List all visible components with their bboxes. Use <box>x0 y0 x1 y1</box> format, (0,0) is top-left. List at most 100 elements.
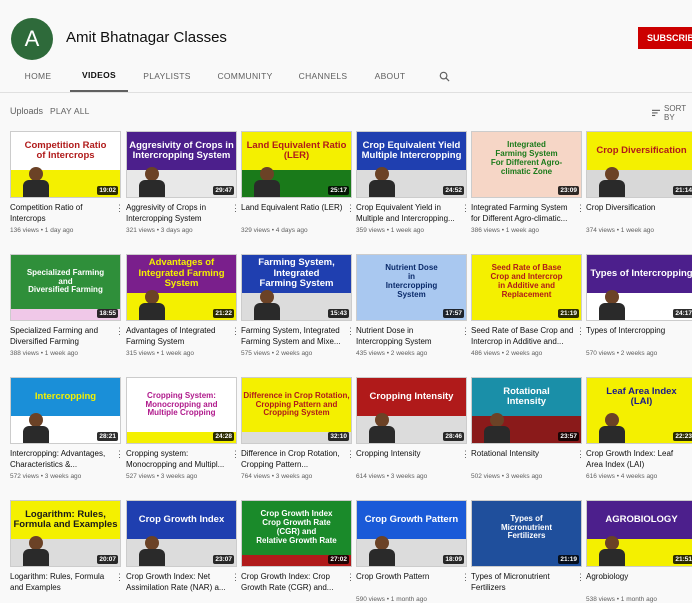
video-title[interactable]: Difference in Crop Rotation, Cropping Pa… <box>241 448 352 470</box>
tab-playlists[interactable]: PLAYLISTS <box>138 60 196 92</box>
more-options-icon[interactable]: ⋮ <box>576 203 585 214</box>
more-options-icon[interactable]: ⋮ <box>115 572 124 583</box>
video-title[interactable]: Farming System, Integrated Farming Syste… <box>241 325 352 347</box>
tab-videos[interactable]: VIDEOS <box>70 60 128 92</box>
video-title[interactable]: Types of Intercropping <box>586 325 692 347</box>
video-thumbnail[interactable]: Competition Ratio of Intercrops 19:02 <box>10 131 121 198</box>
video-title[interactable]: Crop Growth Index: Leaf Area Index (LAI) <box>586 448 692 470</box>
video-title[interactable]: Agrobiology <box>586 571 692 593</box>
more-options-icon[interactable]: ⋮ <box>461 203 470 214</box>
video-title[interactable]: Cropping Intensity <box>356 448 467 470</box>
video-card[interactable]: Integrated Farming System For Different Ag… <box>471 131 585 234</box>
video-thumbnail[interactable]: Land Equivalent Ratio (LER) 25:17 <box>241 131 352 198</box>
video-card[interactable]: Aggresivity of Crops in Intercropping Sys… <box>126 131 240 234</box>
search-icon[interactable] <box>432 60 456 92</box>
video-card[interactable]: Crop Growth Pattern 18:09 Crop Growth Patt… <box>356 500 470 603</box>
more-options-icon[interactable]: ⋮ <box>576 326 585 337</box>
more-options-icon[interactable]: ⋮ <box>231 449 240 460</box>
tab-home[interactable]: HOME <box>14 60 62 92</box>
video-thumbnail[interactable]: Cropping Intensity 28:46 <box>356 377 467 444</box>
video-thumbnail[interactable]: Types of Micronutrient Fertilizers 21:19 <box>471 500 582 567</box>
video-thumbnail[interactable]: Specialized Farming and Diversified Farmin… <box>10 254 121 321</box>
video-thumbnail[interactable]: Crop Growth Index Crop Growth Rate (CGR) a… <box>241 500 352 567</box>
video-title[interactable]: Integrated Farming System for Different … <box>471 202 582 224</box>
video-card[interactable]: Crop Equivalent Yield Multiple Intercropp… <box>356 131 470 234</box>
video-title[interactable]: Advantages of Integrated Farming System <box>126 325 237 347</box>
more-options-icon[interactable]: ⋮ <box>115 326 124 337</box>
channel-avatar[interactable]: A <box>11 18 53 60</box>
video-thumbnail[interactable]: Nutrient Dose in Intercropping System 17:57 <box>356 254 467 321</box>
more-options-icon[interactable]: ⋮ <box>346 572 355 583</box>
video-title[interactable]: Crop Growth Index: Net Assimilation Rate… <box>126 571 237 593</box>
tab-community[interactable]: COMMUNITY <box>212 60 278 92</box>
video-card[interactable]: Types of Micronutrient Fertilizers 21:19 Typ… <box>471 500 585 593</box>
more-options-icon[interactable]: ⋮ <box>231 572 240 583</box>
video-thumbnail[interactable]: Farming System, Integrated Farming System… <box>241 254 352 321</box>
play-all-button[interactable]: PLAY ALL <box>50 106 90 116</box>
video-thumbnail[interactable]: Intercropping 28:21 <box>10 377 121 444</box>
video-title[interactable]: Seed Rate of Base Crop and Intercrop in … <box>471 325 582 347</box>
more-options-icon[interactable]: ⋮ <box>346 449 355 460</box>
more-options-icon[interactable]: ⋮ <box>461 449 470 460</box>
video-title[interactable]: Specialized Farming and Diversified Farm… <box>10 325 121 347</box>
more-options-icon[interactable]: ⋮ <box>576 572 585 583</box>
more-options-icon[interactable]: ⋮ <box>115 203 124 214</box>
subscribe-button[interactable]: SUBSCRIBE <box>638 27 692 49</box>
video-thumbnail[interactable]: Rotational Intensity 23:57 <box>471 377 582 444</box>
video-card[interactable]: Difference in Crop Rotation, Cropping Pat… <box>241 377 355 480</box>
more-options-icon[interactable]: ⋮ <box>576 449 585 460</box>
video-card[interactable]: Intercropping 28:21 Intercropping: Advanta… <box>10 377 124 480</box>
video-title[interactable]: Competition Ratio of Intercrops <box>10 202 121 224</box>
video-card[interactable]: Crop Growth Index 23:07 Crop Growth Index:… <box>126 500 240 593</box>
video-card[interactable]: Cropping System: Monocropping and Multiple… <box>126 377 240 480</box>
video-card[interactable]: Nutrient Dose in Intercropping System 17:57 N… <box>356 254 470 357</box>
more-options-icon[interactable]: ⋮ <box>115 449 124 460</box>
more-options-icon[interactable]: ⋮ <box>461 326 470 337</box>
video-title[interactable]: Nutrient Dose in Intercropping System <box>356 325 467 347</box>
sort-by-button[interactable]: SORT BY <box>652 104 692 122</box>
video-thumbnail[interactable]: Crop Growth Index 23:07 <box>126 500 237 567</box>
more-options-icon[interactable]: ⋮ <box>231 203 240 214</box>
video-card[interactable]: Leaf Area Index (LAI) 22:23 Crop Growth Ind… <box>586 377 692 480</box>
video-title[interactable]: Types of Micronutrient Fertilizers <box>471 571 582 593</box>
video-card[interactable]: Competition Ratio of Intercrops 19:02 Compe… <box>10 131 124 234</box>
more-options-icon[interactable]: ⋮ <box>346 326 355 337</box>
more-options-icon[interactable]: ⋮ <box>231 326 240 337</box>
video-thumbnail[interactable]: Advantages of Integrated Farming System 21… <box>126 254 237 321</box>
video-card[interactable]: Advantages of Integrated Farming System 21… <box>126 254 240 357</box>
video-thumbnail[interactable]: Aggresivity of Crops in Intercropping Sys… <box>126 131 237 198</box>
video-card[interactable]: AGROBIOLOGY 21:51 Agrobiology 538 views • 1… <box>586 500 692 603</box>
video-thumbnail[interactable]: Crop Diversification 21:14 <box>586 131 692 198</box>
video-thumbnail[interactable]: Types of Intercropping 24:17 <box>586 254 692 321</box>
video-title[interactable]: Aggresivity of Crops in Intercropping Sy… <box>126 202 237 224</box>
video-card[interactable]: Crop Diversification 21:14 Crop Diversific… <box>586 131 692 234</box>
video-title[interactable]: Cropping system: Monocropping and Multip… <box>126 448 237 470</box>
video-title[interactable]: Land Equivalent Ratio (LER) <box>241 202 352 224</box>
video-card[interactable]: Seed Rate of Base Crop and Intercrop in Ad… <box>471 254 585 357</box>
tab-about[interactable]: ABOUT <box>366 60 414 92</box>
video-card[interactable]: Land Equivalent Ratio (LER) 25:17 Land Equi… <box>241 131 355 234</box>
more-options-icon[interactable]: ⋮ <box>461 572 470 583</box>
video-title[interactable]: Crop Diversification <box>586 202 692 224</box>
video-title[interactable]: Crop Equivalent Yield in Multiple and In… <box>356 202 467 224</box>
more-options-icon[interactable]: ⋮ <box>346 203 355 214</box>
video-card[interactable]: Cropping Intensity 28:46 Cropping Intensit… <box>356 377 470 480</box>
video-card[interactable]: Farming System, Integrated Farming System… <box>241 254 355 357</box>
video-thumbnail[interactable]: Seed Rate of Base Crop and Intercrop in Ad… <box>471 254 582 321</box>
video-title[interactable]: Intercropping: Advantages, Characteristi… <box>10 448 121 470</box>
video-card[interactable]: Specialized Farming and Diversified Farmin… <box>10 254 124 357</box>
video-title[interactable]: Crop Growth Pattern <box>356 571 467 593</box>
video-thumbnail[interactable]: Logarithm: Rules, Formula and Examples 20:… <box>10 500 121 567</box>
video-title[interactable]: Logarithm: Rules, Formula and Examples <box>10 571 121 593</box>
video-card[interactable]: Logarithm: Rules, Formula and Examples 20:… <box>10 500 124 593</box>
video-title[interactable]: Crop Growth Index: Crop Growth Rate (CGR… <box>241 571 352 593</box>
video-card[interactable]: Crop Growth Index Crop Growth Rate (CGR) a… <box>241 500 355 593</box>
tab-channels[interactable]: CHANNELS <box>292 60 354 92</box>
video-thumbnail[interactable]: AGROBIOLOGY 21:51 <box>586 500 692 567</box>
video-card[interactable]: Rotational Intensity 23:57 Rotational Inten… <box>471 377 585 480</box>
video-thumbnail[interactable]: Crop Growth Pattern 18:09 <box>356 500 467 567</box>
video-thumbnail[interactable]: Integrated Farming System For Different Ag… <box>471 131 582 198</box>
video-thumbnail[interactable]: Crop Equivalent Yield Multiple Intercropp… <box>356 131 467 198</box>
video-thumbnail[interactable]: Cropping System: Monocropping and Multiple… <box>126 377 237 444</box>
video-thumbnail[interactable]: Difference in Crop Rotation, Cropping Pat… <box>241 377 352 444</box>
